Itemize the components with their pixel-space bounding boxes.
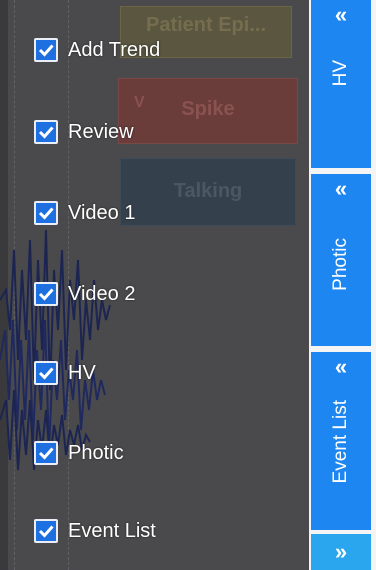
checkbox[interactable] — [34, 519, 58, 543]
menu-item-add-trend[interactable]: Add Trend — [34, 33, 160, 67]
double-chevron-left-icon[interactable]: « — [335, 178, 347, 200]
menu-item-video-2[interactable]: Video 2 — [34, 277, 135, 311]
checkmark-icon — [38, 207, 54, 220]
checkbox[interactable] — [34, 282, 58, 306]
checkbox[interactable] — [34, 201, 58, 225]
menu-item-label: Event List — [68, 519, 156, 542]
double-chevron-left-icon[interactable]: « — [335, 356, 347, 378]
menu-item-label: Video 1 — [68, 201, 136, 224]
menu-item-event-list[interactable]: Event List — [34, 514, 156, 548]
double-chevron-right-icon[interactable]: » — [335, 541, 347, 563]
menu-item-photic[interactable]: Photic — [34, 436, 124, 470]
menu-item-video-1[interactable]: Video 1 — [34, 196, 135, 230]
expand-panel-button[interactable]: » — [311, 534, 371, 570]
tab-label: Event List — [330, 400, 351, 484]
tab-label: HV — [330, 60, 351, 87]
display-menu-screen: Patient Epi... Spike V Talking Add Trend… — [0, 0, 376, 570]
tab-event-list[interactable]: « Event List — [311, 352, 371, 530]
double-chevron-left-icon[interactable]: « — [335, 4, 347, 26]
checkmark-icon — [38, 44, 54, 57]
menu-item-label: HV — [68, 361, 96, 384]
checkmark-icon — [38, 525, 54, 538]
spike-marker: V — [134, 94, 145, 111]
event-chip-talking: Talking — [120, 158, 296, 226]
checkbox[interactable] — [34, 38, 58, 62]
checkmark-icon — [38, 447, 54, 460]
menu-item-label: Add Trend — [68, 38, 161, 61]
menu-item-label: Video 2 — [68, 282, 136, 305]
tab-photic[interactable]: « Photic — [311, 174, 371, 346]
checkbox[interactable] — [34, 361, 58, 385]
checkmark-icon — [38, 288, 54, 301]
menu-item-label: Photic — [68, 441, 124, 464]
checkmark-icon — [38, 126, 54, 139]
checkmark-icon — [38, 367, 54, 380]
event-chip-spike: Spike — [118, 78, 298, 144]
menu-item-hv[interactable]: HV — [34, 356, 96, 390]
checkbox[interactable] — [34, 120, 58, 144]
checkbox[interactable] — [34, 441, 58, 465]
menu-item-review[interactable]: Review — [34, 115, 134, 149]
tab-hv[interactable]: « HV — [311, 0, 371, 168]
tab-label: Photic — [330, 238, 351, 291]
menu-item-label: Review — [68, 120, 134, 143]
